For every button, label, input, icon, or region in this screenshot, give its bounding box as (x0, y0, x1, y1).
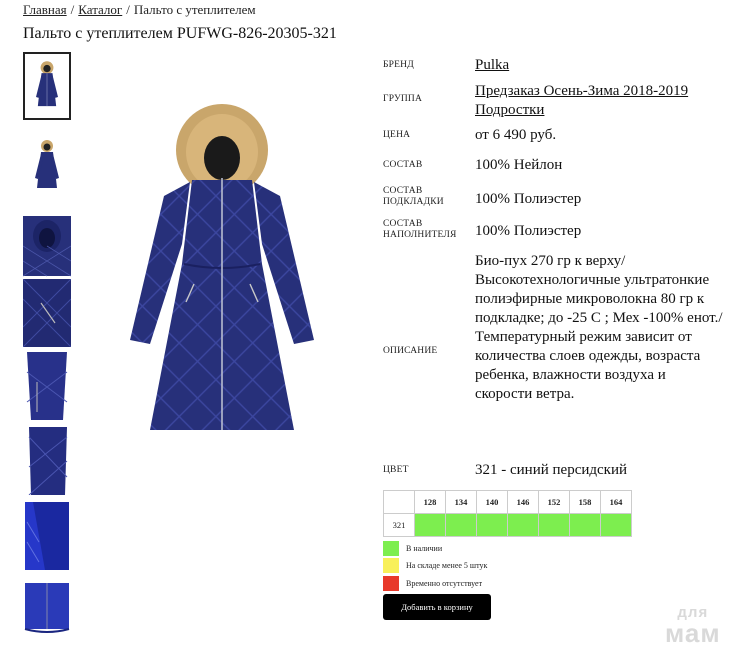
thumbnail-4[interactable] (23, 279, 71, 347)
size-header: 140 (476, 490, 508, 514)
watermark-logo: для мам (665, 604, 721, 648)
group-line-1: Предзаказ Осень-Зима 2018-2019 (475, 83, 689, 99)
description-label: ОПИСАНИЕ (383, 346, 438, 356)
coat-pocket-icon (23, 279, 71, 347)
brand-link[interactable]: Pulka (475, 57, 509, 73)
price-label: ЦЕНА (383, 130, 411, 140)
thumbnail-6[interactable] (23, 427, 71, 495)
legend-label: На складе менее 5 штук (406, 561, 488, 570)
composition-value: 100% Нейлон (475, 157, 563, 173)
color-value: 321 - синий персидский (475, 462, 628, 478)
coat-lining-icon (23, 502, 71, 570)
description-text: Био-пух 270 гр к верху/ Высокотехнологич… (475, 253, 723, 402)
group-line-2: Подростки (475, 102, 545, 118)
size-cell-164[interactable] (600, 513, 632, 537)
add-to-cart-button[interactable]: Добавить в корзину (383, 594, 491, 620)
coat-front-icon (130, 104, 314, 430)
legend-swatch-yellow (383, 558, 399, 573)
coat-side-icon (23, 352, 71, 420)
size-table: 128 134 140 146 152 158 164 321 (383, 490, 632, 537)
price-value: от 6 490 руб. (475, 127, 557, 143)
coat-detail-icon (23, 427, 71, 495)
size-table-corner (383, 490, 415, 514)
thumbnail-8[interactable] (23, 577, 71, 645)
breadcrumb-separator: / (126, 2, 130, 17)
size-cell-158[interactable] (569, 513, 601, 537)
brand-label: БРЕНД (383, 60, 414, 70)
lining-value: 100% Полиэстер (475, 191, 582, 207)
coat-front-icon (35, 140, 59, 188)
legend-swatch-green (383, 541, 399, 556)
size-cell-140[interactable] (476, 513, 508, 537)
size-cell-134[interactable] (445, 513, 477, 537)
legend-label: Временно отсутствует (406, 579, 483, 588)
thumbnail-2[interactable] (23, 130, 71, 198)
size-header: 128 (414, 490, 446, 514)
size-cell-128[interactable] (414, 513, 446, 537)
thumbnail-7[interactable] (23, 502, 71, 570)
thumbnail-1[interactable] (23, 52, 71, 120)
filler-label: СОСТАВ НАПОЛНИТЕЛЯ (383, 219, 457, 240)
thumbnail-5[interactable] (23, 352, 71, 420)
color-label: ЦВЕТ (383, 465, 409, 475)
size-header: 152 (538, 490, 570, 514)
legend-swatch-red (383, 576, 399, 591)
composition-label: СОСТАВ (383, 160, 423, 170)
group-link[interactable]: Предзаказ Осень-Зима 2018-2019 Подростки (475, 83, 688, 118)
page-title: Пальто с утеплителем PUFWG-826-20305-321 (23, 25, 337, 42)
size-cell-152[interactable] (538, 513, 570, 537)
legend-label: В наличии (406, 544, 443, 553)
breadcrumb-separator: / (70, 2, 75, 17)
size-header-row: 128 134 140 146 152 158 164 (383, 490, 632, 514)
breadcrumb-home-link[interactable]: Главная (23, 2, 67, 17)
breadcrumb-current: Пальто с утеплителем (133, 2, 256, 17)
lining-label: СОСТАВ ПОДКЛАДКИ (383, 186, 444, 207)
size-header: 158 (569, 490, 601, 514)
size-header: 164 (600, 490, 632, 514)
color-code-label: 321 (383, 513, 415, 537)
size-header: 146 (507, 490, 539, 514)
coat-front-icon (36, 61, 58, 107)
thumbnail-3[interactable] (23, 212, 71, 280)
coat-hood-icon (23, 216, 71, 277)
coat-hem-icon (23, 583, 71, 639)
size-cell-146[interactable] (507, 513, 539, 537)
breadcrumb-catalog-link[interactable]: Каталог (78, 2, 122, 17)
breadcrumb: Главная / Каталог / Пальто с утеплителем (23, 2, 256, 18)
size-availability-row: 321 (383, 513, 632, 537)
filler-value: 100% Полиэстер (475, 223, 582, 239)
size-header: 134 (445, 490, 477, 514)
product-main-image[interactable] (124, 104, 320, 440)
group-label: ГРУППА (383, 94, 423, 104)
